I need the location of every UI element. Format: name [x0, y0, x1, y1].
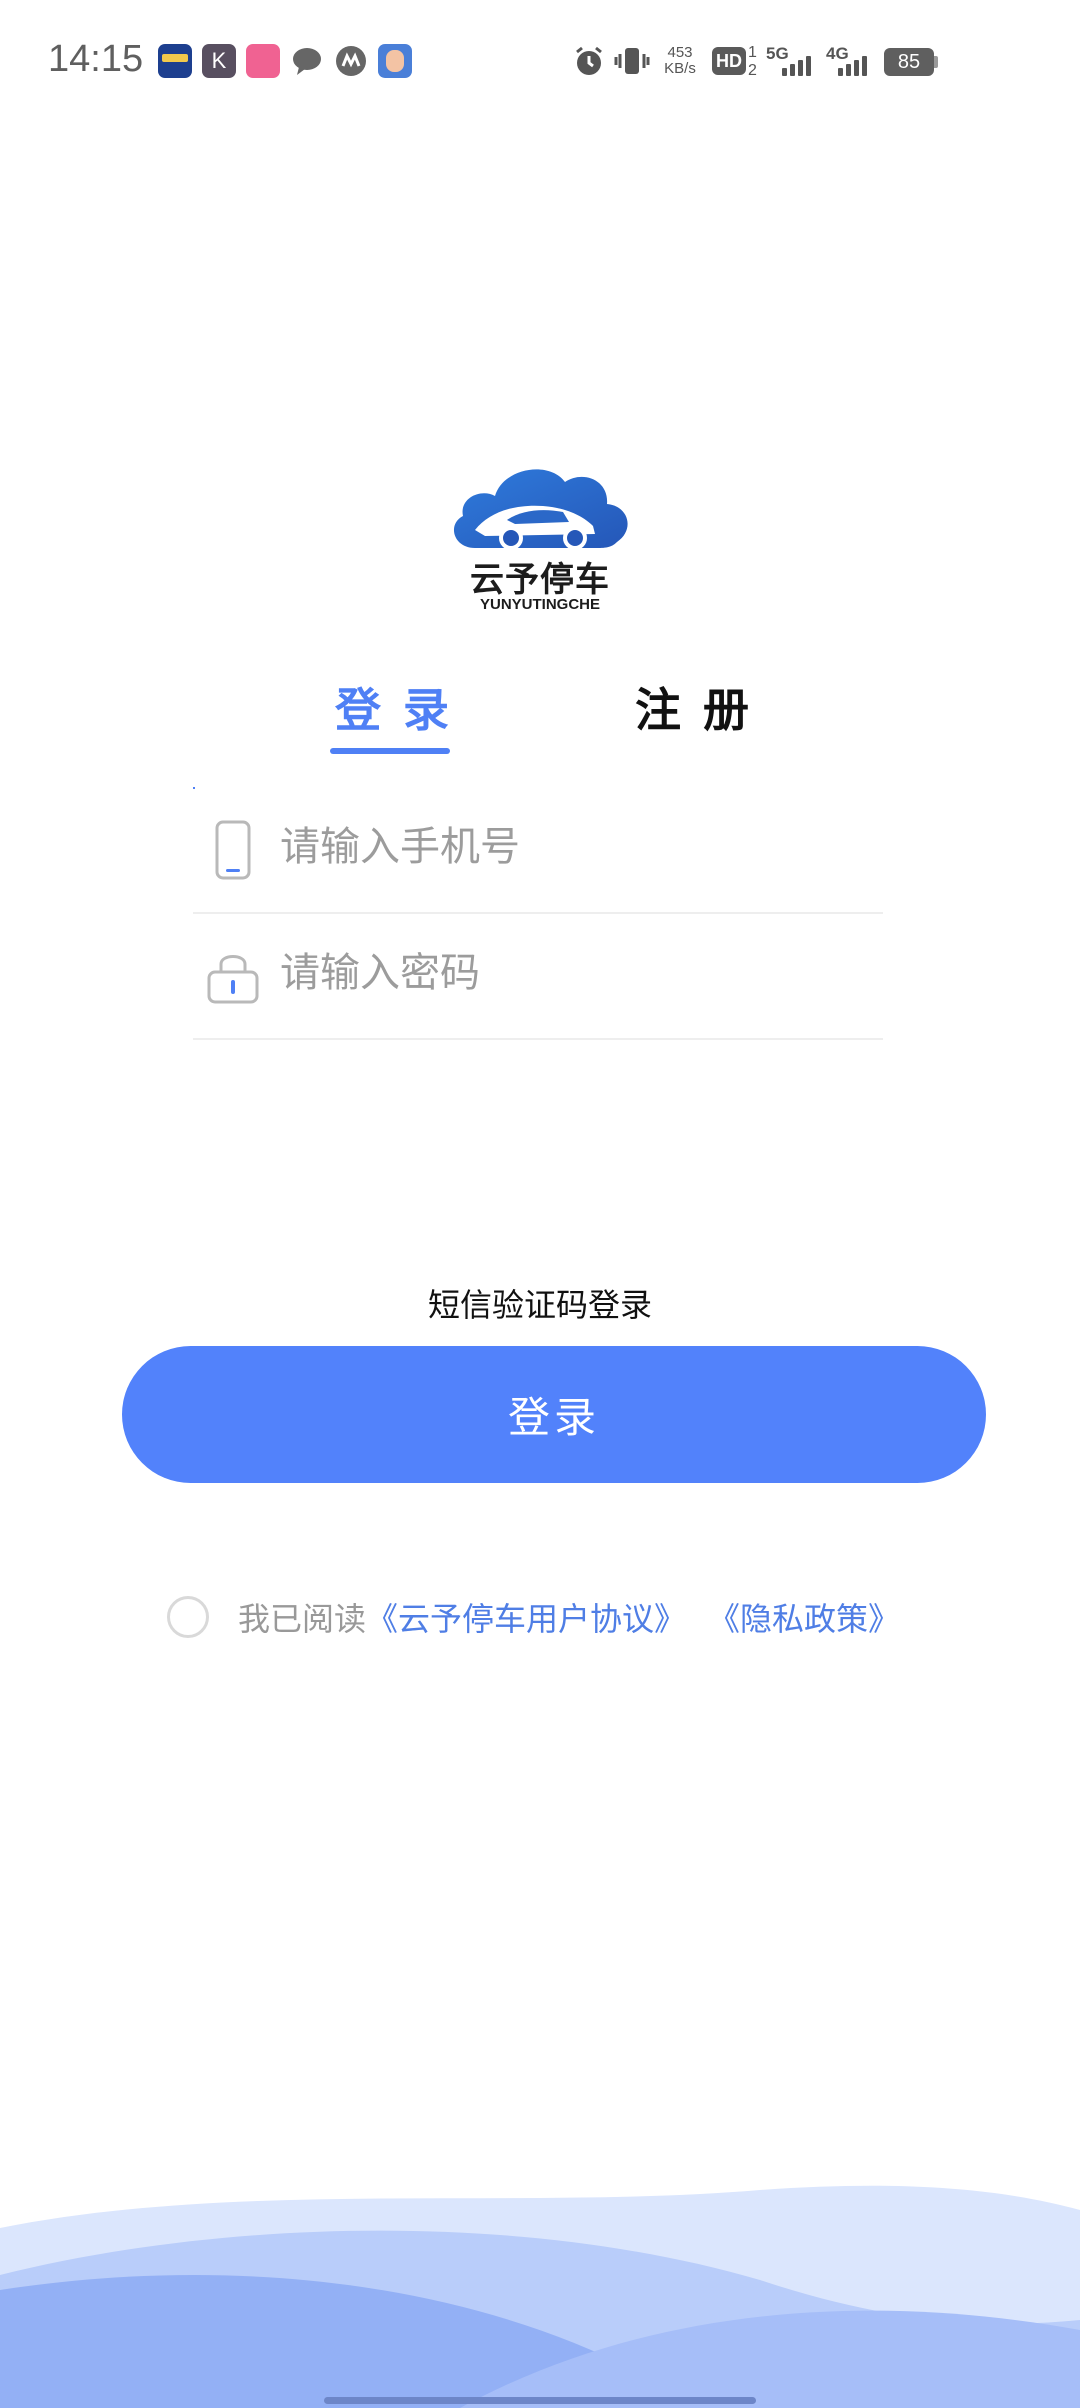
sms-code-login-link[interactable]: 短信验证码登录 [390, 1283, 690, 1327]
message-bubble-icon [290, 44, 324, 78]
password-input[interactable] [278, 942, 872, 1004]
home-indicator[interactable] [324, 2397, 756, 2404]
keep-app-icon: K [202, 44, 236, 78]
lofter-app-icon [246, 44, 280, 78]
battery-indicator: 85 [884, 48, 934, 76]
wave-background [0, 2185, 1080, 2408]
network-speed-value: 453 [667, 44, 693, 61]
tab-login[interactable]: 登录 [335, 680, 471, 740]
merchants-bank-icon [334, 44, 368, 78]
active-tab-indicator [330, 748, 450, 754]
phone-input[interactable] [278, 816, 872, 878]
alarm-icon [572, 44, 606, 83]
battery-tip [934, 56, 938, 68]
privacy-policy-link[interactable]: 《隐私政策》 [708, 1600, 900, 1638]
status-time: 14:15 [48, 38, 144, 80]
cloud-car-icon [453, 469, 628, 550]
phone-icon [215, 820, 251, 880]
tab-register[interactable]: 注册 [635, 680, 771, 740]
phone-field [193, 786, 883, 914]
password-field [193, 912, 883, 1040]
hd-badge: HD [712, 47, 746, 75]
sim-index: 12 [748, 44, 757, 79]
signal-4g-icon [838, 52, 874, 76]
user-agreement-link[interactable]: 《云予停车用户协议》 [366, 1600, 686, 1638]
login-button[interactable]: 登录 [122, 1346, 986, 1483]
vibrate-icon [614, 44, 650, 83]
agreement-text: 我已阅读《云予停车用户协议》 《隐私政策》 [238, 1597, 900, 1641]
network-speed: 453 KB/s [660, 45, 700, 77]
game-app-icon [378, 44, 412, 78]
app-logo: 云予停车 YUNYUTINGCHE [445, 460, 635, 620]
network-speed-unit: KB/s [664, 60, 696, 77]
app-icon-1 [158, 44, 192, 78]
agreement-checkbox[interactable] [167, 1596, 209, 1638]
logo-name-en: YUNYUTINGCHE [479, 596, 600, 613]
logo-name-cn: 云予停车 [470, 560, 610, 600]
status-bar: 14:15 K 453 KB/s HD 12 5G 4G 85 [0, 0, 1080, 125]
agreement-prefix: 我已阅读 [238, 1600, 367, 1638]
signal-5g-icon [782, 52, 818, 76]
lock-icon [207, 955, 259, 1004]
